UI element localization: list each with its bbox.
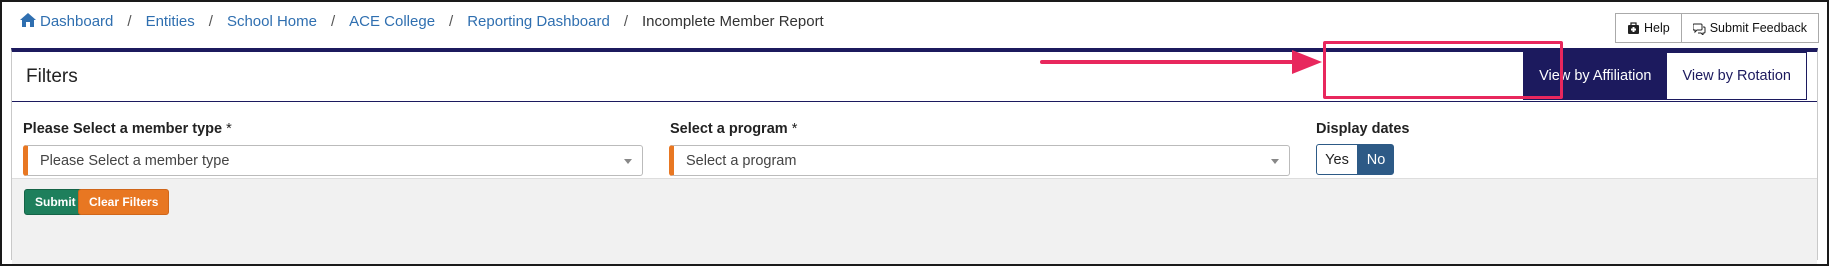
view-by-rotation-button[interactable]: View by Rotation bbox=[1667, 52, 1807, 100]
breadcrumb-dashboard[interactable]: Dashboard bbox=[20, 13, 113, 30]
breadcrumb-separator: / bbox=[623, 13, 628, 30]
breadcrumb-separator: / bbox=[208, 13, 213, 30]
program-label: Select a program * bbox=[670, 121, 797, 137]
filters-panel-header: Filters View by Affiliation View by Rota… bbox=[12, 52, 1817, 102]
submit-feedback-button[interactable]: Submit Feedback bbox=[1681, 13, 1819, 43]
breadcrumb-dashboard-label: Dashboard bbox=[40, 13, 114, 30]
member-type-label-text: Please Select a member type bbox=[23, 121, 223, 137]
submit-feedback-label: Submit Feedback bbox=[1709, 21, 1807, 35]
feedback-icon bbox=[1692, 23, 1706, 35]
display-dates-yes-button[interactable]: Yes bbox=[1316, 144, 1358, 175]
filters-panel-footer: Submit Clear Filters bbox=[12, 178, 1817, 264]
display-dates-toggle: Yes No bbox=[1316, 144, 1394, 175]
member-type-select[interactable]: Please Select a member type bbox=[23, 145, 643, 176]
breadcrumb-ace-college[interactable]: ACE College bbox=[349, 13, 435, 30]
program-placeholder: Select a program bbox=[686, 152, 797, 169]
home-icon bbox=[20, 13, 36, 27]
breadcrumb: Dashboard / Entities / School Home / ACE… bbox=[20, 13, 824, 30]
breadcrumb-separator: / bbox=[449, 13, 454, 30]
member-type-label: Please Select a member type * bbox=[23, 121, 232, 137]
breadcrumb-school-home[interactable]: School Home bbox=[227, 13, 317, 30]
breadcrumb-reporting-dashboard[interactable]: Reporting Dashboard bbox=[467, 13, 610, 30]
required-mark: * bbox=[791, 121, 798, 137]
breadcrumb-entities[interactable]: Entities bbox=[146, 13, 195, 30]
program-select[interactable]: Select a program bbox=[669, 145, 1290, 176]
view-by-affiliation-button[interactable]: View by Affiliation bbox=[1523, 52, 1668, 100]
display-dates-no-button[interactable]: No bbox=[1358, 144, 1394, 175]
clear-filters-button[interactable]: Clear Filters bbox=[78, 189, 170, 215]
caret-down-icon bbox=[624, 159, 632, 164]
breadcrumb-separator: / bbox=[127, 13, 132, 30]
filters-panel: Filters View by Affiliation View by Rota… bbox=[11, 48, 1818, 264]
breadcrumb-separator: / bbox=[330, 13, 336, 30]
caret-down-icon bbox=[1271, 159, 1279, 164]
display-dates-label: Display dates bbox=[1316, 121, 1410, 137]
program-label-text: Select a program bbox=[670, 121, 788, 137]
required-mark: * bbox=[226, 121, 232, 137]
member-type-placeholder: Please Select a member type bbox=[40, 152, 230, 169]
breadcrumb-current: Incomplete Member Report bbox=[641, 13, 824, 30]
help-button[interactable]: Help bbox=[1615, 13, 1682, 43]
help-label: Help bbox=[1644, 21, 1670, 35]
top-button-group: Help Submit Feedback bbox=[1615, 13, 1819, 43]
view-toggle: View by Affiliation View by Rotation bbox=[1523, 52, 1807, 100]
panel-title: Filters bbox=[26, 66, 78, 87]
help-icon bbox=[1628, 21, 1639, 34]
